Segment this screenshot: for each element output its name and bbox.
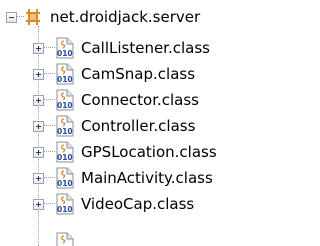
class-file-name: CamSnap.class bbox=[81, 65, 196, 83]
class-file-icon: 010 bbox=[55, 89, 75, 111]
class-file-icon: 010 bbox=[55, 141, 75, 163]
svg-text:010: 010 bbox=[57, 153, 73, 162]
collapse-toggle-icon[interactable] bbox=[6, 11, 17, 23]
class-file-name: MainActivity.class bbox=[81, 169, 213, 187]
class-file-name: VideoCap.class bbox=[81, 195, 195, 213]
class-file-icon: 010 bbox=[55, 37, 75, 59]
class-file-icon: 010 bbox=[55, 115, 75, 137]
tree-row-class[interactable]: 010 VideoCap.class bbox=[33, 191, 194, 217]
class-file-name: CallListener.class bbox=[81, 39, 210, 57]
svg-text:010: 010 bbox=[57, 127, 73, 136]
expand-toggle-icon[interactable] bbox=[33, 172, 44, 184]
tree-row-class[interactable]: 010 CallListener.class bbox=[33, 35, 210, 61]
svg-text:010: 010 bbox=[57, 179, 73, 188]
tree-connector-line bbox=[44, 73, 55, 75]
tree-connector-line bbox=[44, 99, 55, 101]
expand-toggle-icon[interactable] bbox=[33, 42, 44, 54]
svg-text:010: 010 bbox=[57, 75, 73, 84]
package-icon bbox=[24, 6, 42, 28]
class-file-name: Connector.class bbox=[81, 91, 199, 109]
tree-connector-line bbox=[44, 47, 55, 49]
class-file-name: Controller.class bbox=[81, 117, 196, 135]
tree-connector-line bbox=[44, 151, 55, 153]
tree-connector-line bbox=[17, 16, 24, 18]
expand-toggle-icon[interactable] bbox=[33, 198, 44, 210]
tree-connector-line bbox=[44, 177, 55, 179]
class-file-icon: 010 bbox=[55, 167, 75, 189]
class-file-icon: 010 bbox=[55, 63, 75, 85]
tree-row-class[interactable]: 010 GPSLocation.class bbox=[33, 139, 217, 165]
tree-row-class[interactable]: 010 CamSnap.class bbox=[33, 61, 195, 87]
tree-connector-line bbox=[44, 125, 55, 127]
class-file-icon bbox=[55, 232, 75, 246]
tree-row-class[interactable]: 010 Connector.class bbox=[33, 87, 199, 113]
tree-row-class[interactable]: 010 MainActivity.class bbox=[33, 165, 213, 191]
tree-row-package[interactable]: net.droidjack.server bbox=[6, 4, 200, 30]
class-file-name: GPSLocation.class bbox=[81, 143, 217, 161]
package-name: net.droidjack.server bbox=[50, 8, 201, 26]
expand-toggle-icon[interactable] bbox=[33, 146, 44, 158]
tree-row-class-partial[interactable] bbox=[33, 232, 81, 246]
tree-row-class[interactable]: 010 Controller.class bbox=[33, 113, 195, 139]
svg-text:010: 010 bbox=[57, 101, 73, 110]
expand-toggle-icon[interactable] bbox=[33, 120, 44, 132]
package-tree: net.droidjack.server 010 CallListener.cl… bbox=[0, 0, 270, 246]
svg-text:010: 010 bbox=[57, 49, 73, 58]
expand-toggle-icon[interactable] bbox=[33, 68, 44, 80]
expand-toggle-icon[interactable] bbox=[33, 94, 44, 106]
class-file-icon: 010 bbox=[55, 193, 75, 215]
tree-connector-line bbox=[44, 203, 55, 205]
svg-text:010: 010 bbox=[57, 205, 73, 214]
